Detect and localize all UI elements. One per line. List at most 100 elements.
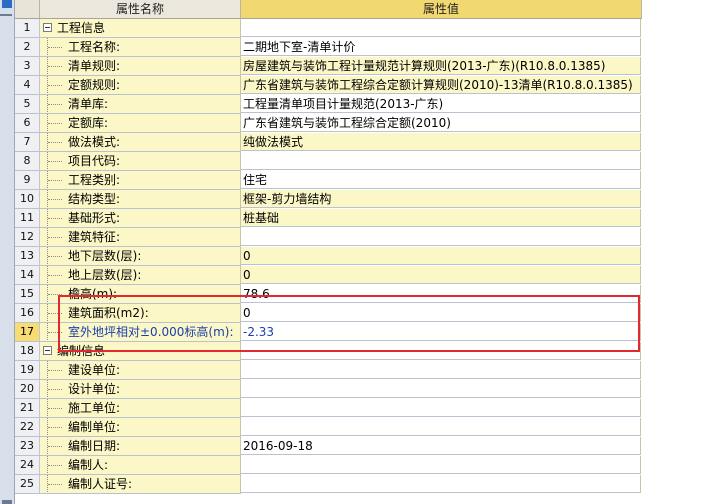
property-value-cell[interactable]: 广东省建筑与装饰工程综合定额(2010) (241, 114, 641, 132)
row-number[interactable]: 23 (15, 437, 40, 456)
collapse-toggle-icon[interactable] (43, 23, 52, 32)
row-number[interactable]: 20 (15, 380, 40, 399)
property-name-cell[interactable]: 编制人证号: (40, 475, 241, 494)
property-row[interactable]: 23 编制日期: 2016-09-18 (15, 437, 642, 456)
row-number[interactable]: 9 (15, 171, 40, 190)
property-value-cell[interactable]: 0 (241, 266, 641, 284)
property-value-cell[interactable]: 房屋建筑与装饰工程计量规范计算规则(2013-广东)(R10.8.0.1385) (241, 57, 641, 75)
property-row[interactable]: 2 工程名称: 二期地下室-清单计价 (15, 38, 642, 57)
property-name-cell[interactable]: 施工单位: (40, 399, 241, 418)
property-name-cell[interactable]: 檐高(m): (40, 285, 241, 304)
row-number[interactable]: 3 (15, 57, 40, 76)
property-value-cell[interactable] (241, 380, 641, 398)
row-number[interactable]: 21 (15, 399, 40, 418)
property-row[interactable]: 4 定额规则: 广东省建筑与装饰工程综合定额计算规则(2010)-13清单(R10.… (15, 76, 642, 95)
property-value-cell[interactable] (241, 152, 641, 170)
property-row[interactable]: 16 建筑面积(m2): 0 (15, 304, 642, 323)
property-name-cell[interactable]: 地下层数(层): (40, 247, 241, 266)
property-value-cell[interactable]: 广东省建筑与装饰工程综合定额计算规则(2010)-13清单(R10.8.0.13… (241, 76, 641, 94)
property-row[interactable]: 14 地上层数(层): 0 (15, 266, 642, 285)
property-value-cell[interactable]: 框架-剪力墙结构 (241, 190, 641, 208)
property-name-cell[interactable]: 室外地坪相对±0.000标高(m): (40, 323, 241, 342)
property-name-cell[interactable]: 基础形式: (40, 209, 241, 228)
property-value-cell[interactable]: 0 (241, 304, 641, 322)
property-value-cell[interactable] (241, 475, 641, 493)
property-row[interactable]: 24 编制人: (15, 456, 642, 475)
property-name-cell[interactable]: 工程信息 (40, 19, 241, 38)
property-value-cell[interactable] (241, 19, 641, 37)
property-row[interactable]: 13 地下层数(层): 0 (15, 247, 642, 266)
group-row[interactable]: 18 编制信息 (15, 342, 642, 361)
property-value-cell[interactable]: 78.6 (241, 285, 641, 303)
property-value-cell[interactable]: 纯做法模式 (241, 133, 641, 151)
property-name-cell[interactable]: 清单规则: (40, 57, 241, 76)
property-name-cell[interactable]: 编制人: (40, 456, 241, 475)
property-row[interactable]: 17 室外地坪相对±0.000标高(m): -2.33 (15, 323, 642, 342)
row-number[interactable]: 22 (15, 418, 40, 437)
row-number[interactable]: 13 (15, 247, 40, 266)
header-property-name[interactable]: 属性名称 (40, 0, 241, 19)
row-number[interactable]: 10 (15, 190, 40, 209)
property-row[interactable]: 5 清单库: 工程量清单项目计量规范(2013-广东) (15, 95, 642, 114)
property-row[interactable]: 6 定额库: 广东省建筑与装饰工程综合定额(2010) (15, 114, 642, 133)
property-value-cell[interactable] (241, 228, 641, 246)
row-number[interactable]: 11 (15, 209, 40, 228)
property-name-cell[interactable]: 建筑面积(m2): (40, 304, 241, 323)
property-row[interactable]: 20 设计单位: (15, 380, 642, 399)
row-number[interactable]: 8 (15, 152, 40, 171)
property-name-cell[interactable]: 结构类型: (40, 190, 241, 209)
row-number[interactable]: 14 (15, 266, 40, 285)
property-name-cell[interactable]: 工程类别: (40, 171, 241, 190)
property-value-cell[interactable]: -2.33 (241, 323, 641, 341)
property-name-cell[interactable]: 地上层数(层): (40, 266, 241, 285)
property-row[interactable]: 19 建设单位: (15, 361, 642, 380)
row-number[interactable]: 12 (15, 228, 40, 247)
property-name-cell[interactable]: 工程名称: (40, 38, 241, 57)
row-number[interactable]: 7 (15, 133, 40, 152)
header-row-number[interactable] (15, 0, 40, 19)
property-name-cell[interactable]: 建筑特征: (40, 228, 241, 247)
collapse-toggle-icon[interactable] (43, 346, 52, 355)
row-number[interactable]: 6 (15, 114, 40, 133)
property-row[interactable]: 22 编制单位: (15, 418, 642, 437)
row-number[interactable]: 2 (15, 38, 40, 57)
property-value-cell[interactable]: 住宅 (241, 171, 641, 189)
property-name-cell[interactable]: 编制日期: (40, 437, 241, 456)
row-number[interactable]: 17 (15, 323, 40, 342)
row-number[interactable]: 18 (15, 342, 40, 361)
property-value-cell[interactable] (241, 342, 641, 360)
property-name-cell[interactable]: 定额规则: (40, 76, 241, 95)
property-value-cell[interactable]: 0 (241, 247, 641, 265)
property-value-cell[interactable] (241, 418, 641, 436)
property-row[interactable]: 21 施工单位: (15, 399, 642, 418)
row-number[interactable]: 1 (15, 19, 40, 38)
property-value-cell[interactable]: 二期地下室-清单计价 (241, 38, 641, 56)
property-value-cell[interactable] (241, 456, 641, 474)
property-row[interactable]: 9 工程类别: 住宅 (15, 171, 642, 190)
property-name-cell[interactable]: 编制单位: (40, 418, 241, 437)
property-row[interactable]: 10 结构类型: 框架-剪力墙结构 (15, 190, 642, 209)
property-row[interactable]: 11 基础形式: 桩基础 (15, 209, 642, 228)
property-value-cell[interactable]: 工程量清单项目计量规范(2013-广东) (241, 95, 641, 113)
property-row[interactable]: 7 做法模式: 纯做法模式 (15, 133, 642, 152)
property-value-cell[interactable] (241, 399, 641, 417)
property-value-cell[interactable]: 2016-09-18 (241, 437, 641, 455)
header-property-value[interactable]: 属性值 (241, 0, 642, 19)
property-name-cell[interactable]: 做法模式: (40, 133, 241, 152)
property-row[interactable]: 8 项目代码: (15, 152, 642, 171)
property-name-cell[interactable]: 清单库: (40, 95, 241, 114)
property-value-cell[interactable]: 桩基础 (241, 209, 641, 227)
row-number[interactable]: 19 (15, 361, 40, 380)
row-number[interactable]: 25 (15, 475, 40, 494)
property-row[interactable]: 15 檐高(m): 78.6 (15, 285, 642, 304)
property-name-cell[interactable]: 建设单位: (40, 361, 241, 380)
property-name-cell[interactable]: 设计单位: (40, 380, 241, 399)
property-name-cell[interactable]: 项目代码: (40, 152, 241, 171)
group-row[interactable]: 1 工程信息 (15, 19, 642, 38)
property-row[interactable]: 12 建筑特征: (15, 228, 642, 247)
property-name-cell[interactable]: 编制信息 (40, 342, 241, 361)
property-row[interactable]: 3 清单规则: 房屋建筑与装饰工程计量规范计算规则(2013-广东)(R10.8.0… (15, 57, 642, 76)
row-number[interactable]: 4 (15, 76, 40, 95)
property-name-cell[interactable]: 定额库: (40, 114, 241, 133)
row-number[interactable]: 16 (15, 304, 40, 323)
